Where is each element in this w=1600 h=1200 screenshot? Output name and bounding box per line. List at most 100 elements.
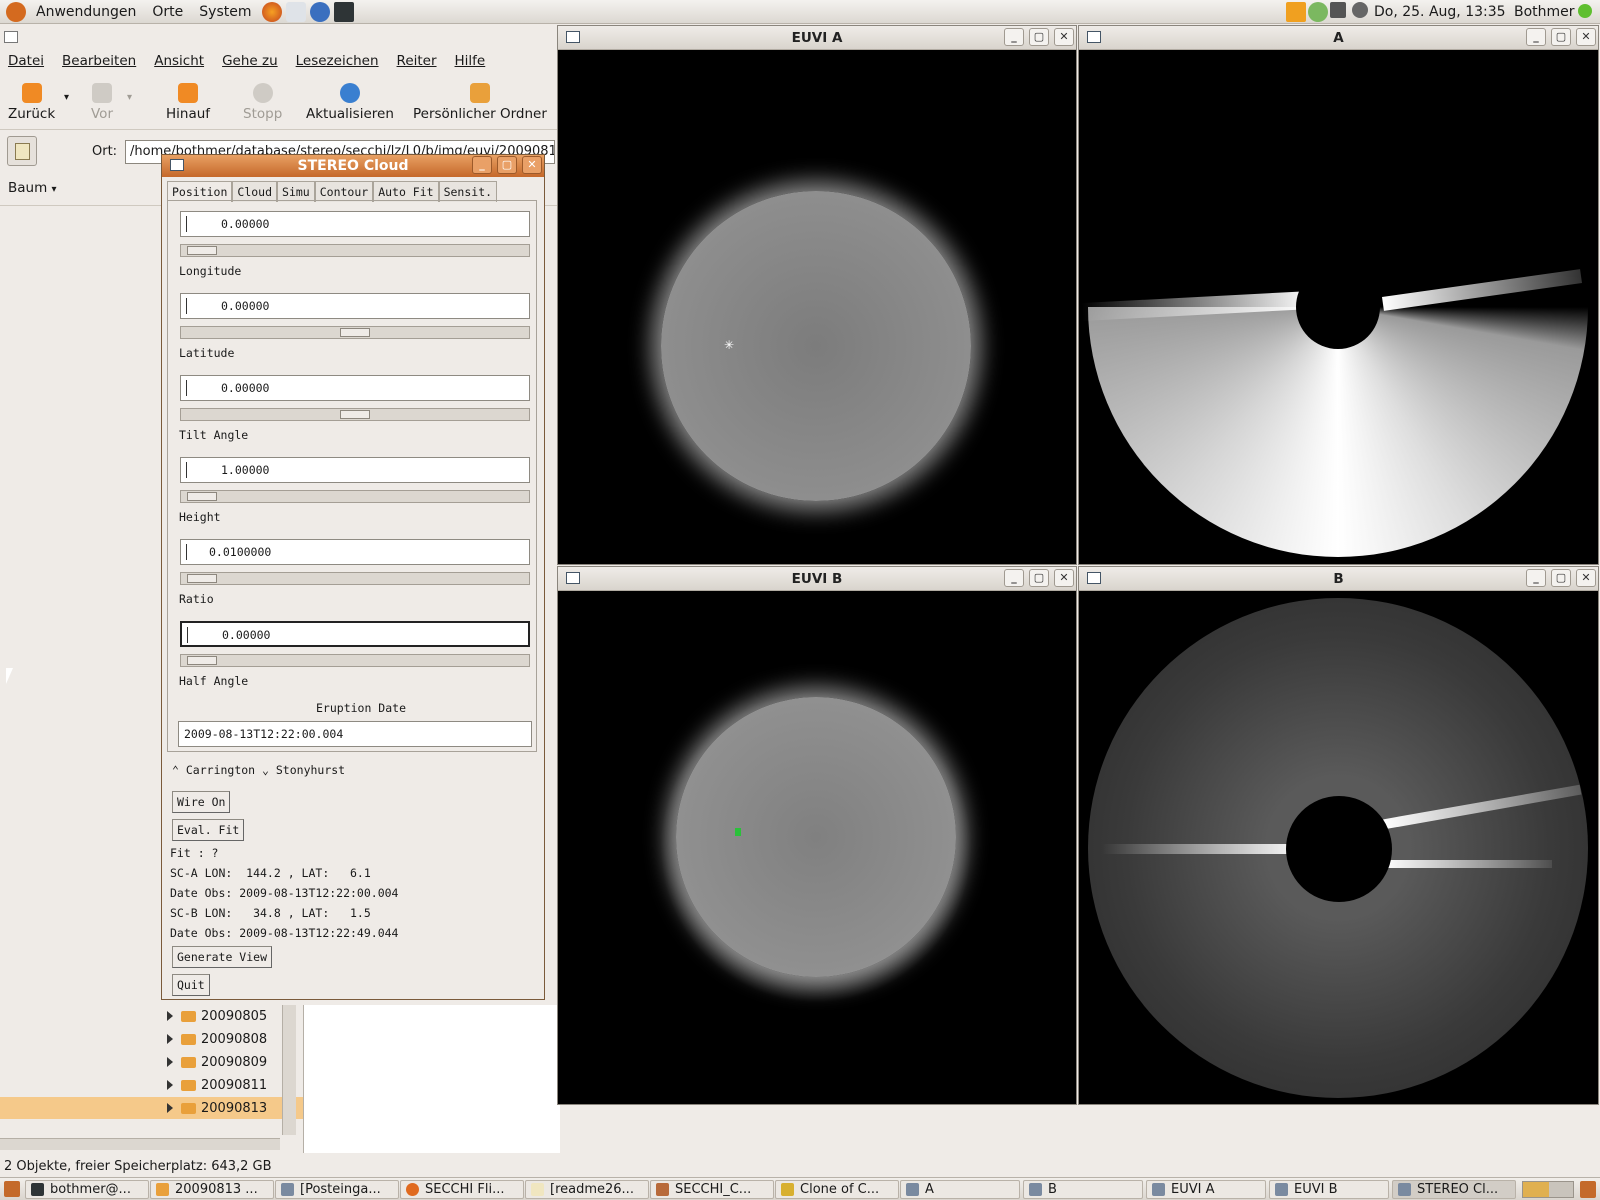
slider-knob[interactable] (187, 246, 217, 255)
stereo-cloud-dialog[interactable]: STEREO Cloud _ ▢ ✕ Position Cloud Simu Con… (161, 154, 545, 1000)
stop-button[interactable]: Stopp (243, 83, 282, 122)
slider-knob[interactable] (187, 492, 217, 501)
workspace-switcher[interactable] (1522, 1181, 1574, 1198)
back-history-dropdown[interactable]: ▾ (64, 92, 69, 103)
close-button[interactable]: ✕ (1054, 28, 1074, 46)
minimize-button[interactable]: _ (1004, 28, 1024, 46)
slider-knob[interactable] (187, 656, 217, 665)
minimize-button[interactable]: _ (1526, 28, 1546, 46)
network-icon[interactable] (1308, 2, 1328, 22)
expander-icon[interactable] (167, 1011, 173, 1021)
window-titlebar[interactable]: EUVI B _ ▢ ✕ (558, 567, 1076, 591)
slider-knob[interactable] (340, 328, 370, 337)
trash-icon[interactable] (1580, 1181, 1596, 1198)
half-angle-slider[interactable] (180, 654, 530, 667)
latitude-slider[interactable] (180, 326, 530, 339)
reload-button[interactable]: Aktualisieren (306, 83, 394, 122)
latitude-field[interactable]: 0.00000 (180, 293, 530, 319)
forward-button[interactable]: Vor (91, 83, 113, 122)
clock[interactable]: Do, 25. Aug, 13:35 (1374, 4, 1506, 20)
menu-edit[interactable]: Bearbeiten (62, 53, 136, 69)
window-menu-icon[interactable] (4, 31, 18, 43)
longitude-slider[interactable] (180, 244, 530, 257)
content-pane[interactable] (303, 1005, 560, 1153)
ratio-field[interactable]: 0.0100000 (180, 539, 530, 565)
active-workspace[interactable] (1523, 1182, 1549, 1197)
firefox-icon[interactable] (261, 1, 282, 22)
window-titlebar[interactable]: B _ ▢ ✕ (1079, 567, 1598, 591)
show-desktop-icon[interactable] (4, 1181, 20, 1197)
up-button[interactable]: Hinauf (166, 83, 210, 122)
expander-icon[interactable] (167, 1057, 173, 1067)
maximize-button[interactable]: ▢ (1551, 569, 1571, 587)
window-menu-icon[interactable] (1087, 572, 1101, 584)
stonyhurst-radio[interactable]: ⌄ Stonyhurst (262, 763, 345, 777)
generate-view-button[interactable]: Generate View (172, 946, 273, 968)
tab-cloud[interactable]: Cloud (232, 181, 278, 202)
euvi-a-image[interactable]: ✳ (561, 51, 1073, 561)
user-name[interactable]: Bothmer (1514, 4, 1575, 20)
tree-horizontal-scrollbar[interactable] (0, 1138, 280, 1150)
task-editor[interactable]: [readme26... (525, 1180, 649, 1199)
height-field[interactable]: 1.00000 (180, 457, 530, 483)
maximize-button[interactable]: ▢ (1551, 28, 1571, 46)
task-firefox[interactable]: SECCHI Fli... (400, 1180, 524, 1199)
cor-a-image[interactable] (1082, 51, 1595, 561)
expander-icon[interactable] (167, 1103, 173, 1113)
maximize-button[interactable]: ▢ (497, 156, 517, 174)
list-item[interactable]: 20090809 (165, 1051, 285, 1073)
task-stereo-cloud[interactable]: STEREO Cl... (1392, 1180, 1516, 1199)
tilt-angle-field[interactable]: 0.00000 (180, 375, 530, 401)
expander-icon[interactable] (167, 1080, 173, 1090)
menu-go[interactable]: Gehe zu (222, 53, 278, 69)
window-menu-icon[interactable] (170, 159, 184, 171)
help-icon[interactable] (309, 1, 330, 22)
forward-history-dropdown[interactable]: ▾ (127, 92, 132, 103)
edit-location-toggle-button[interactable] (7, 136, 37, 166)
task-euvi-b[interactable]: EUVI B (1269, 1180, 1389, 1199)
volume-icon[interactable] (1352, 2, 1368, 18)
sidebar-mode-select[interactable]: Baum ▾ (8, 180, 57, 196)
menu-help[interactable]: Hilfe (455, 53, 486, 69)
ratio-slider[interactable] (180, 572, 530, 585)
tab-auto-fit[interactable]: Auto Fit (373, 181, 439, 202)
longitude-field[interactable]: 0.00000 (180, 211, 530, 237)
euvi-b-window[interactable]: EUVI B _ ▢ ✕ (557, 566, 1077, 1105)
list-item[interactable]: 20090811 (165, 1074, 285, 1096)
menu-file[interactable]: Datei (8, 53, 44, 69)
back-button[interactable]: Zurück (8, 83, 55, 122)
tree-vertical-scrollbar[interactable] (282, 1005, 296, 1135)
task-clone[interactable]: Clone of C... (775, 1180, 899, 1199)
eval-fit-button[interactable]: Eval. Fit (172, 819, 245, 841)
slider-knob[interactable] (340, 410, 370, 419)
task-terminal[interactable]: bothmer@... (25, 1180, 149, 1199)
list-item[interactable]: 20090805 (165, 1005, 285, 1027)
window-titlebar[interactable]: EUVI A _ ▢ ✕ (558, 26, 1076, 50)
cor-b-image[interactable] (1082, 592, 1595, 1101)
maximize-button[interactable]: ▢ (1029, 28, 1049, 46)
dialog-titlebar[interactable]: STEREO Cloud _ ▢ ✕ (162, 155, 544, 177)
task-window-b[interactable]: B (1023, 1180, 1143, 1199)
expander-icon[interactable] (167, 1034, 173, 1044)
tab-simu[interactable]: Simu (277, 181, 315, 202)
tab-position[interactable]: Position (167, 181, 233, 202)
tab-sensit[interactable]: Sensit. (438, 181, 498, 202)
task-euvi-a[interactable]: EUVI A (1146, 1180, 1266, 1199)
mail-icon[interactable] (285, 1, 306, 22)
list-item[interactable]: 20090808 (165, 1028, 285, 1050)
display-icon[interactable] (1330, 2, 1346, 18)
close-button[interactable]: ✕ (1576, 28, 1596, 46)
task-document[interactable]: SECCHI_C... (650, 1180, 774, 1199)
menu-view[interactable]: Ansicht (154, 53, 204, 69)
height-slider[interactable] (180, 490, 530, 503)
window-menu-icon[interactable] (566, 31, 580, 43)
ubuntu-logo-icon[interactable] (6, 1, 26, 22)
euvi-b-image[interactable] (561, 592, 1073, 1101)
warning-icon[interactable] (1286, 2, 1306, 22)
close-button[interactable]: ✕ (1054, 569, 1074, 587)
menu-bookmarks[interactable]: Lesezeichen (296, 53, 379, 69)
minimize-button[interactable]: _ (472, 156, 492, 174)
cor-b-window[interactable]: B _ ▢ ✕ (1078, 566, 1599, 1105)
tilt-angle-slider[interactable] (180, 408, 530, 421)
close-button[interactable]: ✕ (522, 156, 542, 174)
